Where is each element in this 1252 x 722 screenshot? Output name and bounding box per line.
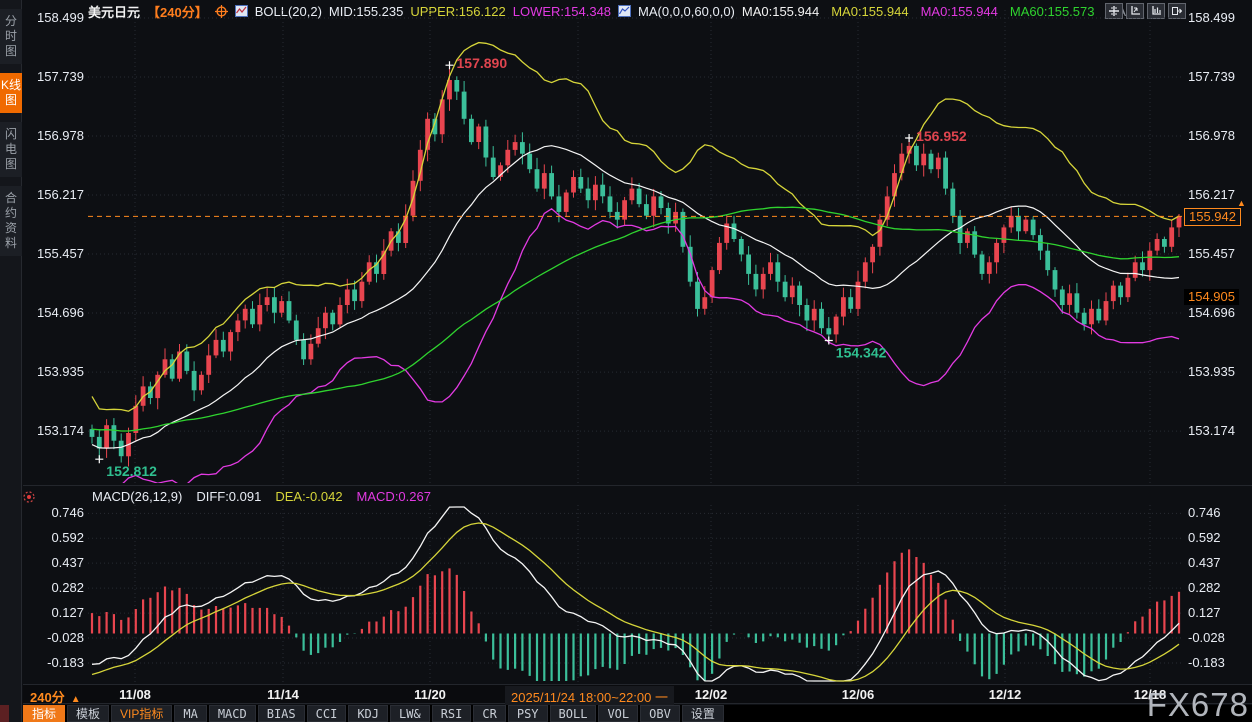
macd-axis-label: 0.592 [24,530,84,546]
macd-axis-label: 0.437 [1188,555,1221,571]
triangle-up-icon: ▲ [71,694,81,705]
toolbar-corner-marker [0,705,9,722]
panel-divider [23,485,1252,486]
svg-text:156.952: 156.952 [916,128,967,144]
indicator-button-lw&[interactable]: LW& [390,705,430,722]
indicator-button-macd[interactable]: MACD [209,705,256,722]
price-axis-label: 154.696 [24,305,84,321]
boll-lower-line [92,209,1179,483]
sidebar-item-2[interactable]: 闪电图 [0,122,22,177]
macd-axis-label: 0.437 [24,555,84,571]
price-axis-label: 158.499 [24,10,84,26]
macd-axis-label: 0.592 [1188,530,1221,546]
macd-dea-value: DEA:-0.042 [275,489,342,504]
date-label: 11/20 [414,687,446,702]
date-label: 11/14 [267,687,299,702]
macd-axis-label: 0.127 [24,605,84,621]
price-axis-label: 155.457 [24,246,84,262]
period-tag[interactable]: 240分 ▲ [30,687,81,706]
grid [88,10,1183,483]
price-axis-label: 157.739 [24,69,84,85]
price-axis-label: 156.217 [1188,187,1235,203]
period-tag-label: 240分 [30,690,65,705]
date-label: 12/12 [989,687,1022,702]
price-axis-label: 155.457 [1188,246,1235,262]
price-axis-label: 157.739 [1188,69,1235,85]
macd-axis-label: 0.282 [1188,580,1221,596]
sidebar-item-3[interactable]: 合约资料 [0,186,22,256]
sidebar-item-0[interactable]: 分时图 [0,9,22,64]
trading-terminal: 分时图K线图闪电图合约资料 美元日元 【240分】 BOLL(20,2) MID… [0,0,1252,722]
macd-axis-label: -0.028 [1188,630,1225,646]
indicator-button-ma[interactable]: MA [174,705,206,722]
main-chart[interactable]: 152.812 157.890 154.342 156.952 [88,10,1183,483]
indicator-button-bias[interactable]: BIAS [258,705,305,722]
date-label: 12/02 [695,687,728,702]
indicator-button-cr[interactable]: CR [473,705,505,722]
macd-macd-value: MACD:0.267 [357,489,431,504]
macd-axis-label: 0.282 [24,580,84,596]
price-axis-label: 153.174 [24,423,84,439]
sidebar-item-1[interactable]: K线图 [0,73,22,113]
macd-header: MACD(26,12,9) DIFF:0.091 DEA:-0.042 MACD… [92,488,431,504]
price-up-arrow-icon: ▲ [1237,198,1246,208]
macd-diff-value: DIFF:0.091 [196,489,261,504]
indicator-button-obv[interactable]: OBV [640,705,680,722]
sidebar: 分时图 K线图闪电图合约资料 [0,0,22,722]
macd-title: MACD(26,12,9) [92,489,182,504]
boll-mid-line [92,146,1179,448]
price-axis-label: 158.499 [1188,10,1235,26]
macd-axis-label: 0.127 [1188,605,1221,621]
indicator-button-cci[interactable]: CCI [307,705,347,722]
macd-grid [88,505,1183,683]
svg-text:152.812: 152.812 [106,463,157,479]
date-axis: 2025/11/24 18:00~22:00 一 11/08 11/14 11/20… [23,684,1252,704]
macd-chart-canvas[interactable] [88,505,1183,683]
indicator-button-设置[interactable]: 设置 [682,705,724,722]
indicator-button-rsi[interactable]: RSI [432,705,472,722]
svg-text:157.890: 157.890 [457,55,508,71]
last-price-tag: 155.942 [1184,208,1241,226]
indicator-dot-icon[interactable] [22,490,36,509]
price-axis-label: 154.696 [1188,305,1235,321]
main-chart-canvas[interactable]: 152.812 157.890 154.342 156.952 [88,10,1183,483]
price-axis-label: 153.935 [1188,364,1235,380]
indicator-button-vol[interactable]: VOL [598,705,638,722]
tab-indicators[interactable]: 指标 [23,705,65,722]
macd-axis-label: 0.746 [1188,505,1221,521]
date-label: 12/06 [842,687,875,702]
price-axis-label: 156.217 [24,187,84,203]
candles [90,65,1182,466]
price-axis-label: 153.174 [1188,423,1235,439]
macd-histogram [92,549,1179,681]
watermark: FX678 [1147,686,1249,722]
price-axis-label: 153.935 [24,364,84,380]
tab-templates[interactable]: 模板 [67,705,109,722]
macd-axis-label: -0.183 [24,655,84,671]
indicator-button-boll[interactable]: BOLL [550,705,597,722]
annotations: 152.812 157.890 154.342 156.952 [95,55,967,479]
macd-panel[interactable] [88,505,1183,683]
indicator-button-psy[interactable]: PSY [508,705,548,722]
ma60-line [92,207,1179,431]
macd-axis-label: -0.028 [24,630,84,646]
price-axis-label: 156.978 [24,128,84,144]
indicator-button-kdj[interactable]: KDJ [348,705,388,722]
macd-axis-label: -0.183 [1188,655,1225,671]
macd-dea-line [92,523,1179,681]
date-label: 11/08 [119,687,151,702]
price-axis-label: 156.978 [1188,128,1235,144]
tab-vip-indicators[interactable]: VIP指标 [111,705,172,722]
prev-price-tag: 154.905 [1184,289,1239,305]
svg-text:154.342: 154.342 [836,345,887,361]
selected-bar-time: 2025/11/24 18:00~22:00 一 [505,686,674,707]
indicator-toolbar: 指标 模板 VIP指标 MAMACDBIASCCIKDJLW&RSICRPSYB… [23,705,1252,722]
